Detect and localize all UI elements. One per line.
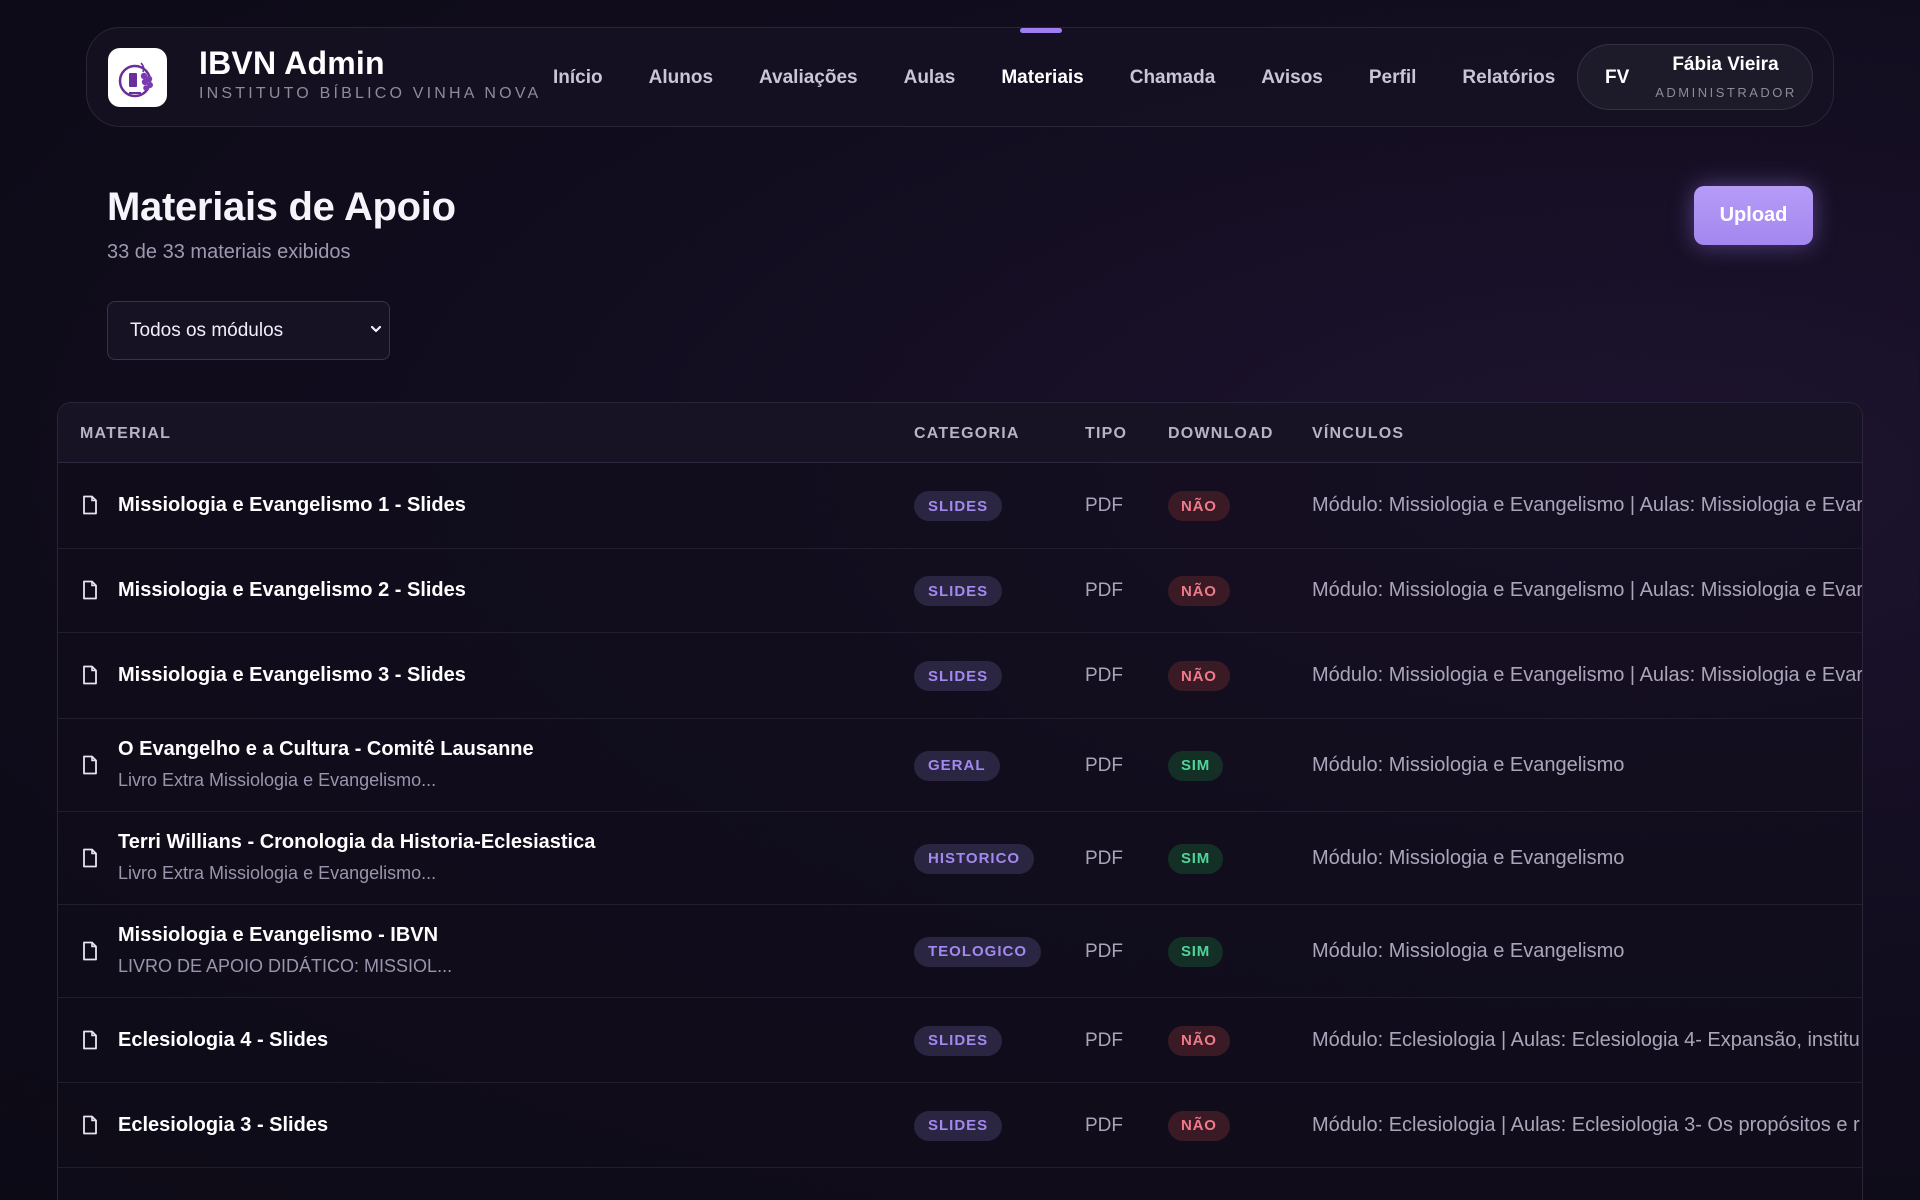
download-status-badge: NÃO <box>1168 576 1230 606</box>
document-icon <box>83 1030 97 1049</box>
main-nav: Início Alunos Avaliações Aulas Materiais… <box>553 28 1601 128</box>
user-menu[interactable]: FV Fábia Vieira ADMINISTRADOR <box>1577 44 1813 110</box>
download-status-badge: NÃO <box>1168 661 1230 691</box>
file-type: PDF <box>1085 665 1123 686</box>
table-row[interactable]: Missiologia e Evangelismo 1 - Slides SLI… <box>58 463 1862 549</box>
material-description: Livro Extra Missiologia e Evangelismo... <box>118 862 437 883</box>
file-type: PDF <box>1085 847 1123 869</box>
links-text: Módulo: Missiologia e Evangelismo | Aula… <box>1312 579 1863 601</box>
category-badge: TEOLOGICO <box>914 936 1041 967</box>
nav-item-materiais[interactable]: Materiais <box>1001 28 1084 89</box>
material-title[interactable]: Missiologia e Evangelismo - IBVN <box>118 924 438 947</box>
chevron-down-icon <box>370 325 382 333</box>
materials-count: 33 de 33 materiais exibidos <box>107 241 351 263</box>
links-text: Módulo: Missiologia e Evangelismo <box>1312 939 1625 962</box>
category-badge: SLIDES <box>914 661 1003 691</box>
links-text: Módulo: Eclesiologia | Aulas: Eclesiolog… <box>1312 1113 1860 1136</box>
download-status-badge: SIM <box>1168 936 1224 967</box>
column-header-material[interactable]: MATERIAL <box>80 425 171 443</box>
file-type: PDF <box>1085 1114 1123 1136</box>
file-type: PDF <box>1085 754 1123 776</box>
links-text: Módulo: Missiologia e Evangelismo <box>1312 753 1625 776</box>
grapes-logo-icon <box>118 61 153 97</box>
category-badge: SLIDES <box>914 491 1003 521</box>
material-title[interactable]: Missiologia e Evangelismo 3 - Slides <box>118 664 466 687</box>
material-title[interactable]: Eclesiologia 3 - Slides <box>118 1114 328 1137</box>
module-filter-select[interactable]: Todos os módulos <box>107 301 390 360</box>
material-title[interactable]: Missiologia e Evangelismo 2 - Slides <box>118 579 466 602</box>
nav-item-aulas[interactable]: Aulas <box>904 67 956 89</box>
ibvn-logo[interactable] <box>108 48 167 107</box>
document-icon <box>83 580 97 600</box>
nav-item-avisos[interactable]: Avisos <box>1261 67 1323 89</box>
download-status-badge: NÃO <box>1168 491 1230 521</box>
document-icon <box>83 1115 97 1134</box>
document-icon <box>83 665 97 685</box>
document-icon <box>83 495 97 515</box>
file-type: PDF <box>1085 495 1123 516</box>
download-status-badge: NÃO <box>1168 1025 1230 1056</box>
category-badge: SLIDES <box>914 1110 1003 1141</box>
material-description: Livro Extra Missiologia e Evangelismo... <box>118 769 437 790</box>
table-row[interactable]: Missiologia e Evangelismo 2 - Slides SLI… <box>58 549 1862 633</box>
category-badge: GERAL <box>914 750 1000 781</box>
document-icon <box>83 848 97 867</box>
table-row[interactable]: Terri Willians - Cronologia da Historia-… <box>58 812 1862 905</box>
brand-subtitle: INSTITUTO BÍBLICO VINHA NOVA <box>199 85 542 102</box>
upload-button[interactable]: Upload <box>1694 186 1813 245</box>
file-type: PDF <box>1085 580 1123 601</box>
column-header-vinculos[interactable]: VÍNCULOS <box>1312 425 1404 443</box>
material-title[interactable]: Eclesiologia 4 - Slides <box>118 1029 328 1052</box>
material-title[interactable]: Terri Willians - Cronologia da Historia-… <box>118 831 595 854</box>
material-description: LIVRO DE APOIO DIDÁTICO: MISSIOL... <box>118 955 453 976</box>
nav-item-inicio[interactable]: Início <box>553 67 603 89</box>
table-row[interactable]: O Evangelho e a Cultura - Comitê Lausann… <box>58 719 1862 812</box>
module-filter-value: Todos os módulos <box>130 319 284 341</box>
download-status-badge: SIM <box>1168 843 1224 874</box>
links-text: Módulo: Missiologia e Evangelismo | Aula… <box>1312 664 1863 686</box>
download-status-badge: SIM <box>1168 750 1224 781</box>
links-text: Módulo: Missiologia e Evangelismo <box>1312 846 1625 869</box>
table-row[interactable]: Eclesiologia 4 - Slides SLIDES PDF NÃO M… <box>58 998 1862 1083</box>
column-header-download[interactable]: DOWNLOAD <box>1168 425 1274 443</box>
category-badge: HISTORICO <box>914 843 1035 874</box>
nav-item-relatorios[interactable]: Relatórios <box>1462 67 1555 89</box>
links-text: Módulo: Eclesiologia | Aulas: Eclesiolog… <box>1312 1028 1860 1051</box>
nav-item-chamada[interactable]: Chamada <box>1130 67 1216 89</box>
document-icon <box>83 755 97 774</box>
category-badge: SLIDES <box>914 576 1003 606</box>
category-badge: SLIDES <box>914 1025 1003 1056</box>
table-row[interactable]: Missiologia e Evangelismo 3 - Slides SLI… <box>58 633 1862 719</box>
table-row[interactable] <box>58 1168 1862 1200</box>
column-header-tipo[interactable]: TIPO <box>1085 425 1127 443</box>
table-row[interactable]: Missiologia e Evangelismo - IBVN LIVRO D… <box>58 905 1862 998</box>
document-icon <box>83 941 97 960</box>
material-title[interactable]: O Evangelho e a Cultura - Comitê Lausann… <box>118 738 534 761</box>
links-text: Módulo: Missiologia e Evangelismo | Aula… <box>1312 494 1863 516</box>
table-header: MATERIAL CATEGORIA TIPO DOWNLOAD VÍNCULO… <box>58 403 1862 463</box>
file-type: PDF <box>1085 940 1123 962</box>
top-navigation-bar: IBVN Admin INSTITUTO BÍBLICO VINHA NOVA … <box>86 27 1834 127</box>
table-row[interactable]: Eclesiologia 3 - Slides SLIDES PDF NÃO M… <box>58 1083 1862 1168</box>
user-name: Fábia Vieira <box>1672 54 1779 75</box>
brand-title: IBVN Admin <box>199 45 385 81</box>
nav-item-avaliacoes[interactable]: Avaliações <box>759 67 858 89</box>
page-title: Materiais de Apoio <box>107 185 456 229</box>
materials-table: MATERIAL CATEGORIA TIPO DOWNLOAD VÍNCULO… <box>57 402 1863 1200</box>
file-type: PDF <box>1085 1029 1123 1051</box>
user-role: ADMINISTRADOR <box>1655 85 1797 100</box>
nav-item-perfil[interactable]: Perfil <box>1369 67 1417 89</box>
column-header-categoria[interactable]: CATEGORIA <box>914 425 1020 443</box>
nav-item-alunos[interactable]: Alunos <box>649 67 713 89</box>
download-status-badge: NÃO <box>1168 1110 1230 1141</box>
material-title[interactable]: Missiologia e Evangelismo 1 - Slides <box>118 494 466 517</box>
